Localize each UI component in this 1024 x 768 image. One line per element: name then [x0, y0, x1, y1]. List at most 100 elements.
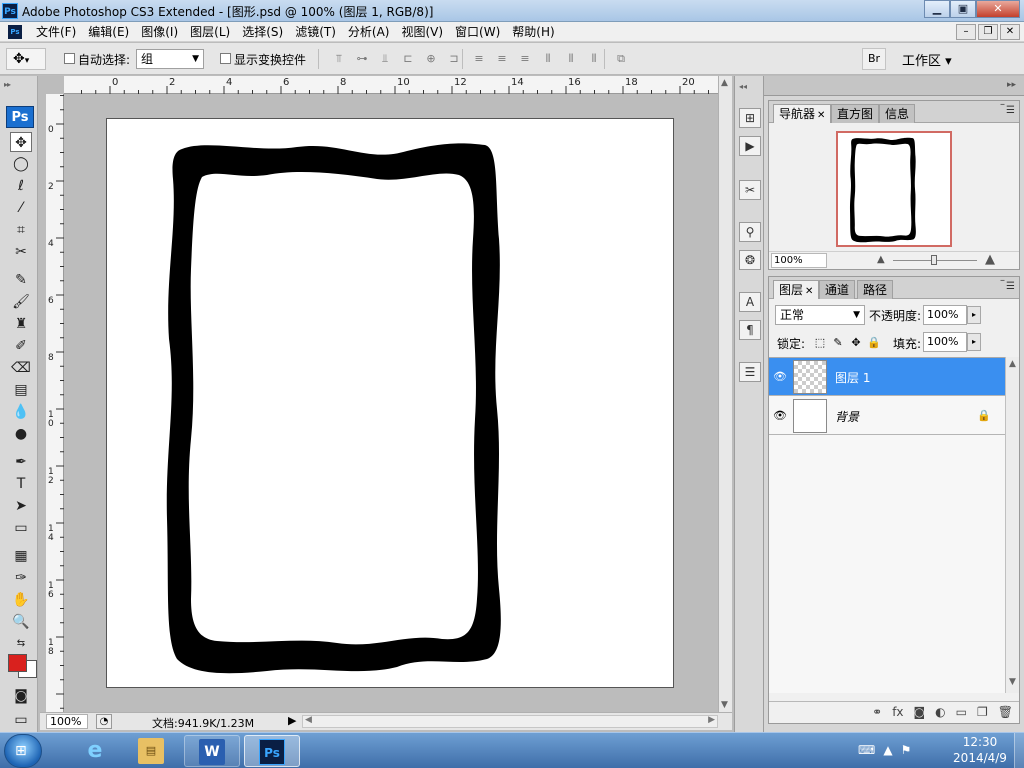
panel-minimize-icon[interactable]: – — [1000, 99, 1005, 110]
tab-navigator[interactable]: 导航器 ✕ — [773, 104, 832, 123]
align-right-icon[interactable]: ⊐ — [445, 52, 463, 66]
adjustment-layer-icon[interactable]: ◐ — [935, 705, 945, 719]
lock-all-icon[interactable]: 🔒 — [867, 336, 881, 349]
panel-minimize-icon[interactable]: – — [1000, 275, 1005, 286]
zoom-out-icon[interactable]: ▲ — [877, 254, 885, 265]
foreground-color-swatch[interactable] — [8, 654, 27, 672]
zoom-in-icon[interactable]: ▲ — [985, 252, 995, 267]
close-icon[interactable]: ✕ — [817, 110, 825, 121]
canvas[interactable] — [106, 118, 674, 688]
opacity-field[interactable]: 100% — [923, 305, 967, 325]
type-tool-icon[interactable]: T — [10, 474, 32, 494]
align-vcenter-icon[interactable]: ⊶ — [353, 52, 371, 66]
eye-icon[interactable]: 👁 — [773, 370, 787, 384]
zoom-slider-handle[interactable] — [931, 255, 937, 265]
doc-close-button[interactable]: ✕ — [1000, 24, 1020, 40]
quick-mask-icon[interactable]: ◙ — [10, 686, 32, 706]
taskbar-ie[interactable]: e — [68, 735, 124, 767]
status-arrow-icon[interactable]: ▶ — [288, 714, 296, 727]
auto-align-layers-icon[interactable]: ⧉ — [612, 52, 630, 66]
scroll-left-icon[interactable]: ◀ — [305, 715, 312, 725]
gradient-tool-icon[interactable]: ▤ — [10, 380, 32, 400]
taskbar-word[interactable]: W — [184, 735, 240, 767]
show-desktop-button[interactable] — [1014, 733, 1024, 768]
blur-tool-icon[interactable]: 💧 — [10, 402, 32, 422]
align-top-icon[interactable]: ⫪ — [330, 52, 348, 66]
marquee-tool-icon[interactable]: ◯ — [10, 154, 32, 174]
menu-layer[interactable]: 图层(L) — [184, 24, 236, 40]
tab-channels[interactable]: 通道 — [819, 280, 856, 299]
tool-presets-icon[interactable]: ✂ — [739, 180, 761, 200]
vertical-scrollbar[interactable]: ▲ ▼ — [718, 76, 732, 714]
lasso-tool-icon[interactable]: ℓ — [10, 176, 32, 196]
delete-layer-icon[interactable]: 🗑 — [998, 705, 1013, 719]
dodge-tool-icon[interactable]: ● — [10, 424, 32, 444]
swap-colors-icon[interactable]: ⇆ — [10, 634, 32, 654]
horizontal-scrollbar[interactable]: ◀ ▶ — [302, 715, 718, 728]
fill-slider-arrow[interactable]: ▸ — [967, 333, 981, 351]
menu-select[interactable]: 选择(S) — [236, 24, 289, 40]
blend-mode-dropdown[interactable]: 正常 ▼ — [775, 305, 865, 325]
doc-restore-button[interactable]: ❐ — [978, 24, 998, 40]
lock-image-icon[interactable]: ✎ — [831, 336, 845, 349]
menu-filter[interactable]: 滤镜(T) — [289, 24, 342, 40]
vertical-ruler[interactable]: 0 2 4 6 8 10 12 14 16 18 — [46, 94, 64, 714]
panel-menu-icon[interactable]: ☰ — [1006, 281, 1015, 292]
tool-preset-picker[interactable]: ✥▾ — [6, 48, 46, 70]
tab-info[interactable]: 信息 — [879, 104, 916, 123]
workspace-menu[interactable]: 工作区 ▾ — [902, 50, 952, 69]
history-brush-tool-icon[interactable]: ✐ — [10, 336, 32, 356]
menu-view[interactable]: 视图(V) — [395, 24, 449, 40]
healing-brush-tool-icon[interactable]: ✎ — [10, 270, 32, 290]
zoom-level-field[interactable]: 100% — [46, 714, 88, 729]
toolbox-grip-icon[interactable]: ▸▸ — [4, 80, 11, 89]
close-button[interactable]: ✕ — [976, 0, 1020, 18]
scroll-down-icon[interactable]: ▼ — [721, 700, 728, 710]
rectangle-tool-icon[interactable]: ▭ — [10, 518, 32, 538]
distribute-hcenter-icon[interactable]: ⦀ — [562, 52, 580, 66]
new-group-icon[interactable]: ▭ — [956, 705, 967, 719]
align-left-icon[interactable]: ⊏ — [399, 52, 417, 66]
brush-tool-icon[interactable]: 🖌 — [10, 292, 32, 312]
tab-layers[interactable]: 图层 ✕ — [773, 280, 820, 299]
panels-header[interactable]: ▸▸ — [764, 76, 1024, 96]
distribute-vcenter-icon[interactable]: ≡ — [493, 52, 511, 66]
scroll-up-icon[interactable]: ▲ — [1009, 359, 1016, 369]
status-menu-icon[interactable]: ◔ — [96, 714, 112, 729]
dock-grip-icon[interactable]: ◂◂ — [739, 82, 747, 91]
minimize-button[interactable]: ▁ — [924, 0, 950, 18]
photoshop-logo[interactable]: Ps — [6, 106, 34, 128]
menu-image[interactable]: 图像(I) — [135, 24, 184, 40]
navigator-thumbnail[interactable] — [836, 131, 952, 247]
lock-transparent-icon[interactable]: ⬚ — [813, 336, 827, 349]
bridge-button[interactable]: Br — [862, 48, 886, 70]
start-button[interactable]: ⊞ — [4, 734, 42, 768]
distribute-bottom-icon[interactable]: ≡ — [516, 52, 534, 66]
distribute-top-icon[interactable]: ≡ — [470, 52, 488, 66]
scroll-up-icon[interactable]: ▲ — [721, 78, 728, 88]
menu-window[interactable]: 窗口(W) — [449, 24, 506, 40]
zoom-tool-icon[interactable]: 🔍 — [10, 612, 32, 632]
scroll-down-icon[interactable]: ▼ — [1009, 677, 1016, 687]
crop-tool-icon[interactable]: ⌗ — [10, 220, 32, 240]
panel-menu-icon[interactable]: ☰ — [1006, 105, 1015, 116]
menu-help[interactable]: 帮助(H) — [506, 24, 560, 40]
photoshop-app-icon[interactable]: Ps — [2, 3, 18, 19]
clone-stamp-tool-icon[interactable]: ♜ — [10, 314, 32, 334]
layer-comps-icon[interactable]: ⊞ — [739, 108, 761, 128]
paragraph-icon[interactable]: ¶ — [739, 320, 761, 340]
hand-tool-icon[interactable]: ✋ — [10, 590, 32, 610]
align-hcenter-icon[interactable]: ⊕ — [422, 52, 440, 66]
layer-row[interactable]: 👁 背景 🔒 — [769, 397, 1005, 435]
keyboard-icon[interactable]: ⌨ — [858, 743, 875, 757]
notes-icon[interactable]: ☰ — [739, 362, 761, 382]
collapse-panels-icon[interactable]: ▸▸ — [1007, 80, 1016, 90]
screen-mode-icon[interactable]: ▭ — [10, 710, 32, 730]
auto-select-checkbox[interactable] — [64, 53, 75, 64]
actions-icon[interactable]: ▶ — [739, 136, 761, 156]
link-layers-icon[interactable]: ⚭ — [872, 705, 882, 719]
auto-select-dropdown[interactable]: 组 ▼ — [136, 49, 204, 69]
tab-paths[interactable]: 路径 — [857, 280, 894, 299]
scroll-right-icon[interactable]: ▶ — [708, 715, 715, 725]
move-tool-icon[interactable]: ✥ — [10, 132, 32, 152]
